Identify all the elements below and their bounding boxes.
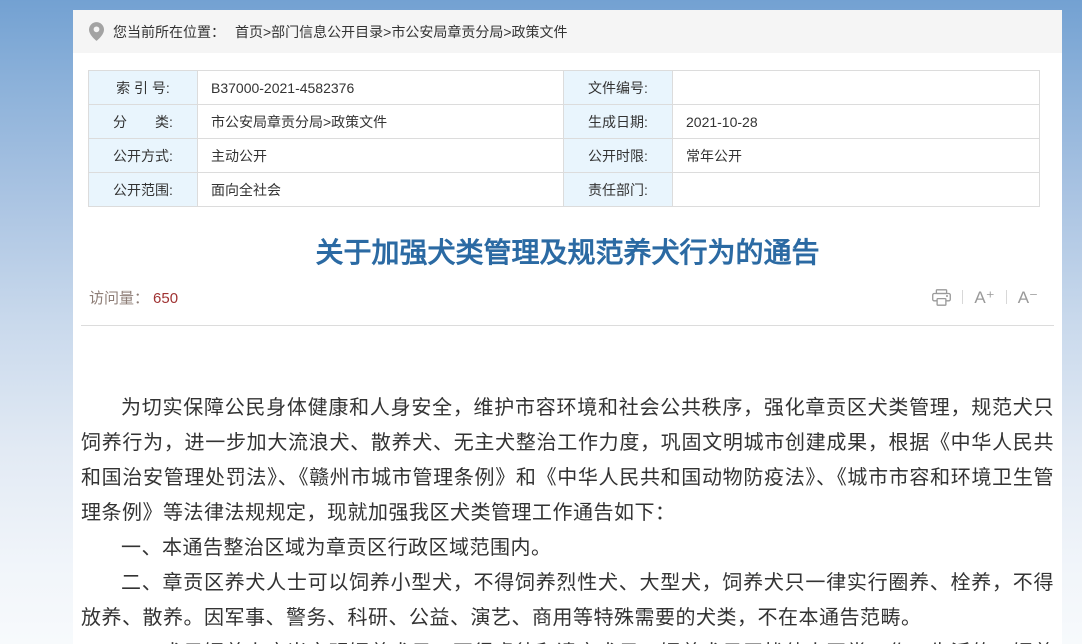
- meta-value-index-no: B37000-2021-4582376: [198, 71, 564, 105]
- meta-label-index-no: 索 引 号:: [89, 71, 198, 105]
- meta-value-date: 2021-10-28: [673, 105, 1040, 139]
- paragraph-item-3: 三、犬只饲养人应当文明饲养犬只，不得虐待和遗弃犬只，饲养犬只干扰他人正常工作、生…: [81, 635, 1054, 644]
- table-row: 公开范围: 面向全社会 责任部门:: [89, 173, 1040, 207]
- table-row: 公开方式: 主动公开 公开时限: 常年公开: [89, 139, 1040, 173]
- toolbar-divider: [962, 290, 963, 304]
- paragraph-item-2: 二、章贡区养犬人士可以饲养小型犬，不得饲养烈性犬、大型犬，饲养犬只一律实行圈养、…: [81, 565, 1054, 635]
- meta-label-disclosure-scope: 公开范围:: [89, 173, 198, 207]
- location-pin-icon: [89, 22, 104, 41]
- font-increase-button[interactable]: A⁺: [974, 289, 994, 306]
- content-panel: 您当前所在位置： 首页>部门信息公开目录>市公安局章贡分局>政策文件 索 引 号…: [73, 10, 1062, 644]
- document-meta-table: 索 引 号: B37000-2021-4582376 文件编号: 分 类: 市公…: [88, 70, 1040, 207]
- font-decrease-button[interactable]: A⁻: [1018, 289, 1038, 306]
- toolbar-divider: [1006, 290, 1007, 304]
- meta-value-responsible-dept: [673, 173, 1040, 207]
- visits-label: 访问量：: [89, 290, 149, 307]
- breadcrumb: 您当前所在位置： 首页>部门信息公开目录>市公安局章贡分局>政策文件: [73, 10, 1062, 53]
- meta-value-disclosure-method: 主动公开: [198, 139, 564, 173]
- meta-label-disclosure-period: 公开时限:: [564, 139, 673, 173]
- article-body: 为切实保障公民身体健康和人身安全，维护市容环境和社会公共秩序，强化章贡区犬类管理…: [73, 390, 1062, 644]
- meta-label-disclosure-method: 公开方式:: [89, 139, 198, 173]
- meta-value-doc-no: [673, 71, 1040, 105]
- print-button[interactable]: [932, 289, 951, 306]
- article-toolbar: A⁺ A⁻: [932, 289, 1038, 306]
- printer-icon: [932, 289, 951, 306]
- visits-count: 650: [153, 290, 178, 307]
- page-title: 关于加强犬类管理及规范养犬行为的通告: [73, 235, 1062, 271]
- table-row: 分 类: 市公安局章贡分局>政策文件 生成日期: 2021-10-28: [89, 105, 1040, 139]
- visit-counter: 访问量：650: [89, 287, 178, 308]
- meta-label-category: 分 类:: [89, 105, 198, 139]
- meta-value-disclosure-period: 常年公开: [673, 139, 1040, 173]
- meta-value-disclosure-scope: 面向全社会: [198, 173, 564, 207]
- paragraph-intro: 为切实保障公民身体健康和人身安全，维护市容环境和社会公共秩序，强化章贡区犬类管理…: [81, 390, 1054, 530]
- meta-label-date: 生成日期:: [564, 105, 673, 139]
- breadcrumb-label: 您当前所在位置：: [113, 22, 225, 42]
- article-info-row: 访问量：650 A⁺ A⁻: [73, 285, 1062, 309]
- paragraph-item-1: 一、本通告整治区域为章贡区行政区域范围内。: [81, 530, 1054, 565]
- meta-label-responsible-dept: 责任部门:: [564, 173, 673, 207]
- header-divider: [81, 325, 1054, 326]
- meta-value-category: 市公安局章贡分局>政策文件: [198, 105, 564, 139]
- meta-label-doc-no: 文件编号:: [564, 71, 673, 105]
- table-row: 索 引 号: B37000-2021-4582376 文件编号:: [89, 71, 1040, 105]
- breadcrumb-path[interactable]: 首页>部门信息公开目录>市公安局章贡分局>政策文件: [235, 22, 568, 42]
